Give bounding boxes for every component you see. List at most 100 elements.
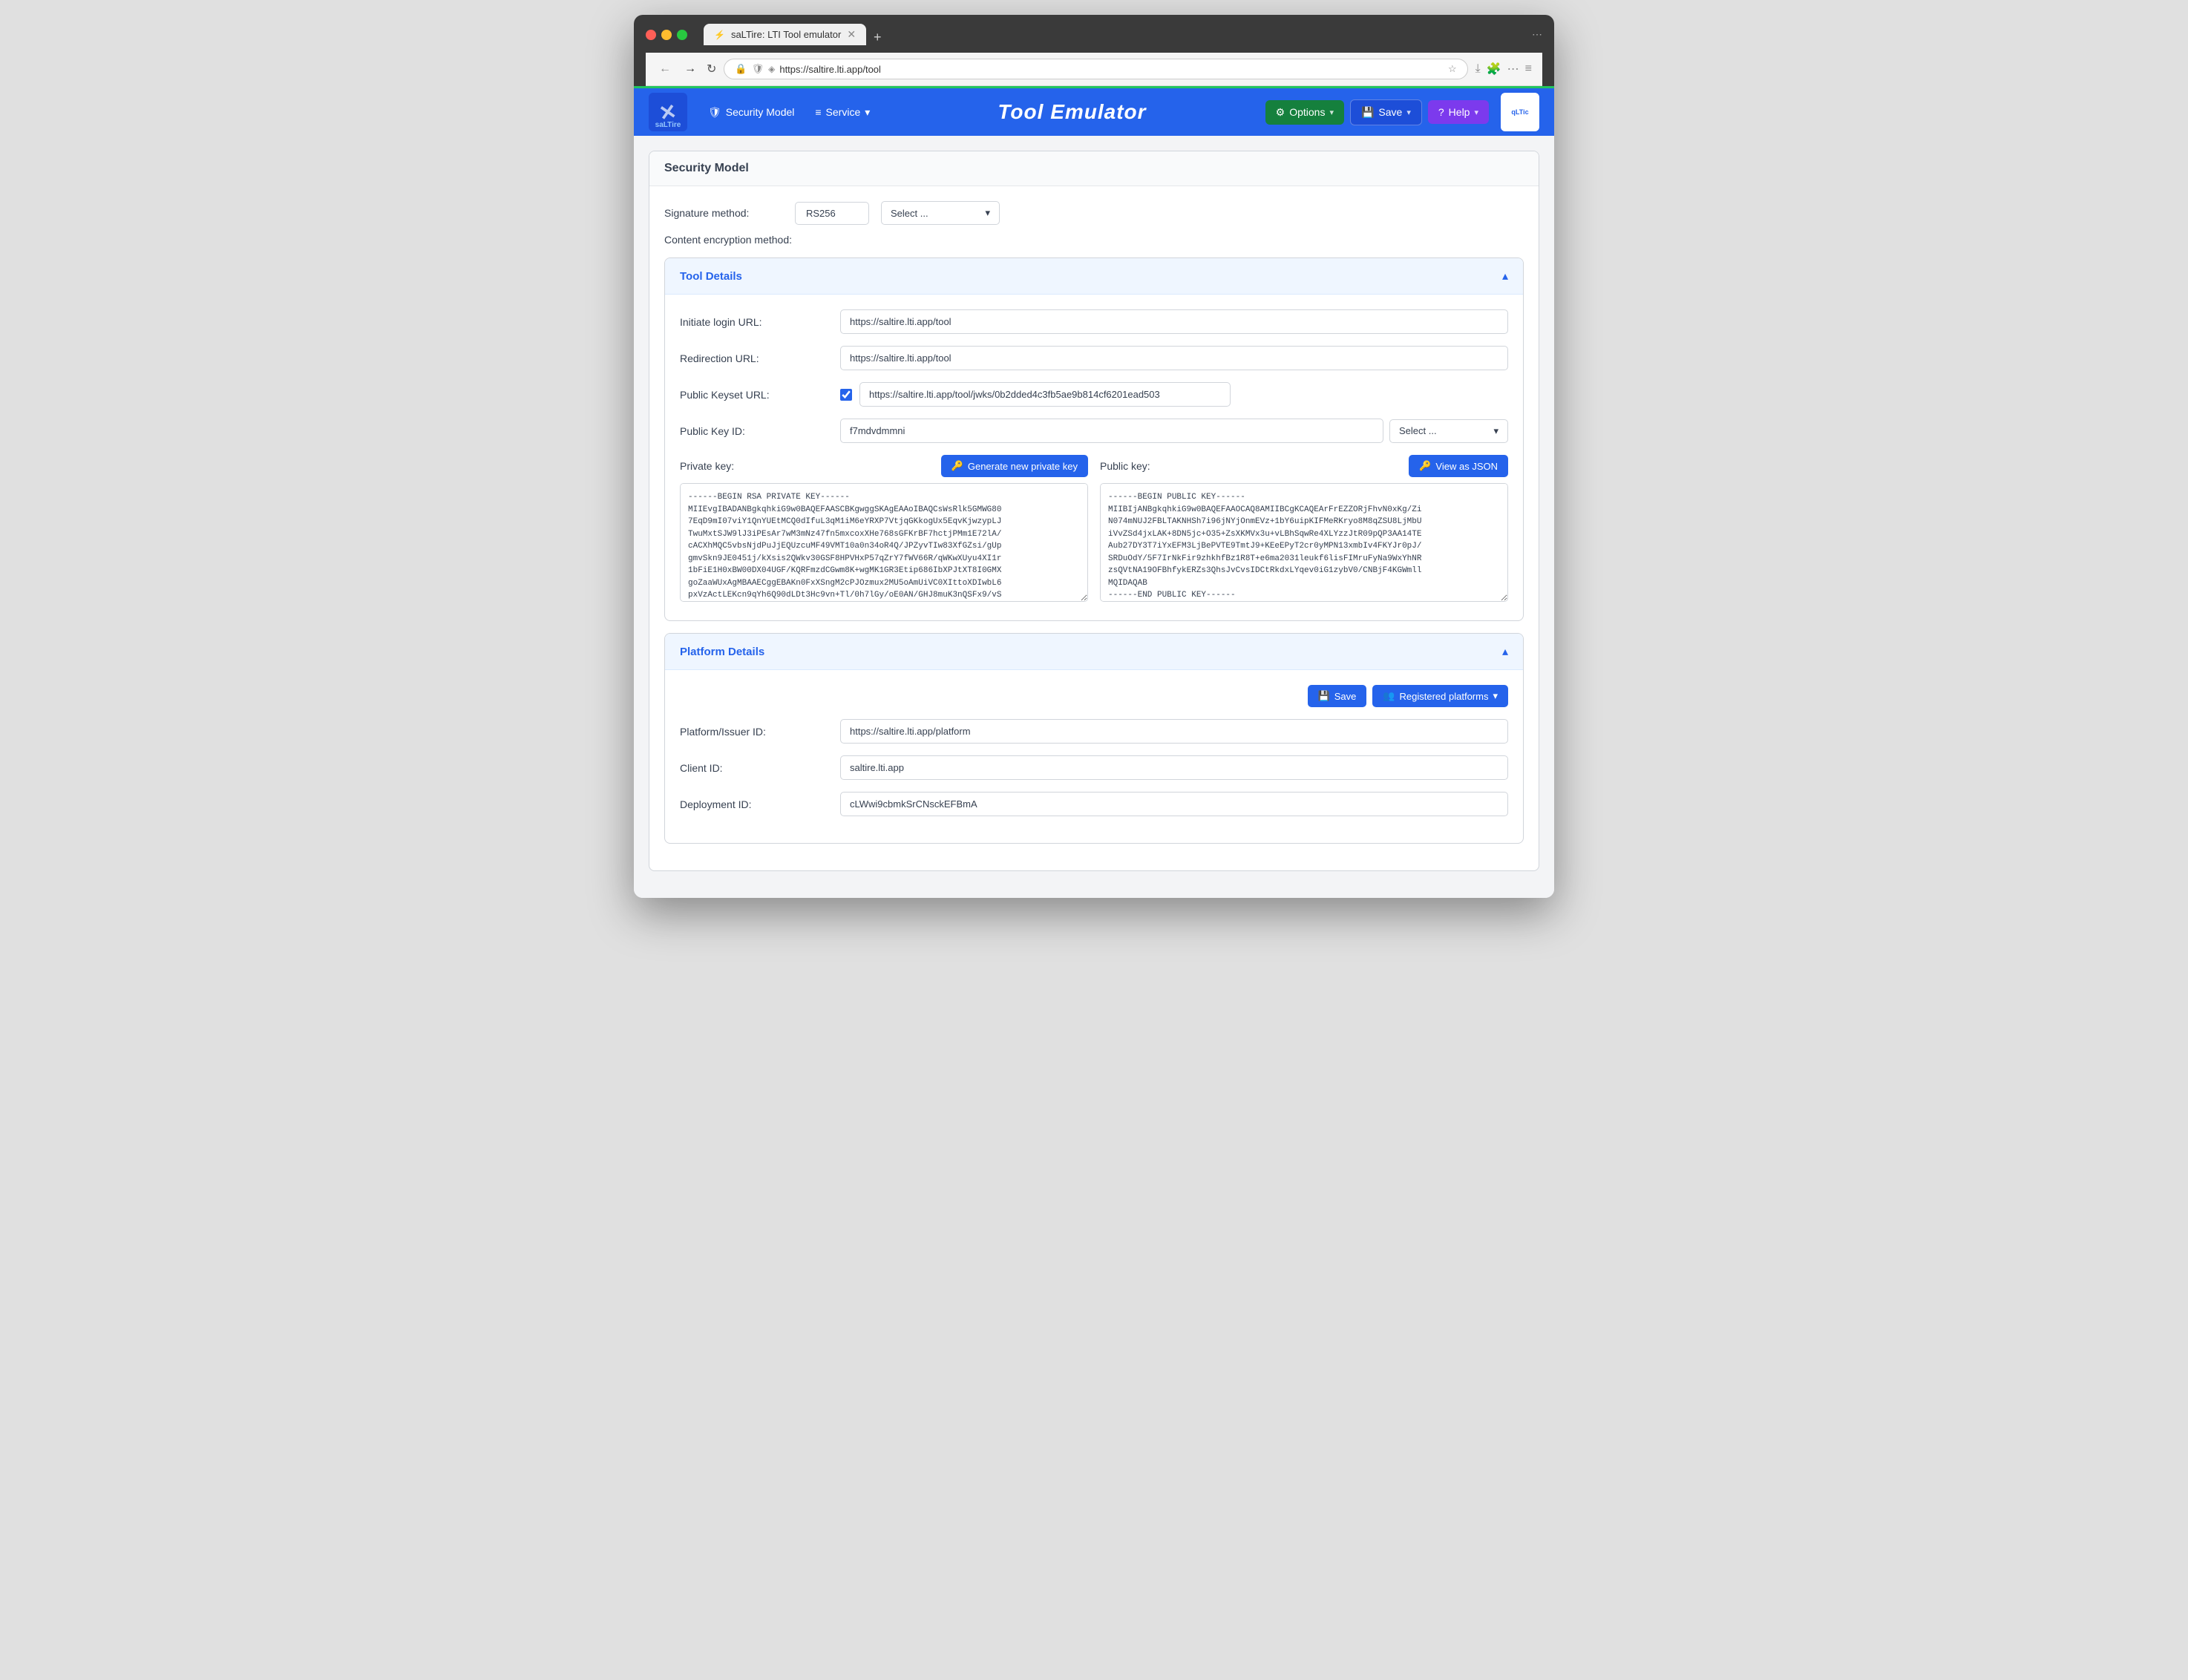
keys-container: Private key: 🔑 Generate new private key … — [680, 455, 1508, 606]
title-bar: ⚡ saLTire: LTI Tool emulator ✕ + ⋯ ← → ↻… — [634, 15, 1554, 86]
service-label: Service — [826, 106, 861, 118]
login-url-label: Initiate login URL: — [680, 316, 828, 328]
client-id-label: Client ID: — [680, 762, 828, 774]
public-keyset-input[interactable] — [859, 382, 1231, 407]
app-title: Tool Emulator — [879, 100, 1265, 124]
platform-details-title: Platform Details — [680, 646, 764, 658]
help-button[interactable]: ? Help ▾ — [1428, 100, 1489, 124]
platform-details-body: 💾 Save 👥 Registered platforms ▾ Plat — [665, 670, 1523, 843]
deployment-id-label: Deployment ID: — [680, 798, 828, 810]
registered-icon: 👥 — [1383, 690, 1395, 702]
private-key-textarea[interactable]: ------BEGIN RSA PRIVATE KEY------ MIIEvg… — [680, 483, 1088, 602]
signature-method-row: Signature method: RS256 Select ... ▾ — [664, 201, 1524, 225]
tab-icon: ⚡ — [714, 30, 725, 40]
generate-key-button[interactable]: 🔑 Generate new private key — [941, 455, 1088, 477]
security-model-card: Security Model Signature method: RS256 S… — [649, 151, 1539, 871]
refresh-button[interactable]: ↻ — [707, 62, 716, 76]
key-id-select[interactable]: Select ... ▾ — [1389, 419, 1508, 443]
platform-details-header[interactable]: Platform Details ▴ — [665, 634, 1523, 670]
shield-nav-icon: 🛡 — [708, 106, 721, 119]
private-key-section: Private key: 🔑 Generate new private key … — [680, 455, 1088, 606]
help-label: Help — [1449, 106, 1470, 118]
platform-collapse-icon: ▴ — [1502, 644, 1508, 659]
header-nav: 🛡 Security Model ≡ Service ▾ — [699, 102, 879, 123]
browser-window: ⚡ saLTire: LTI Tool emulator ✕ + ⋯ ← → ↻… — [634, 15, 1554, 898]
generate-key-label: Generate new private key — [968, 461, 1078, 472]
service-nav[interactable]: ≡ Service ▾ — [806, 102, 879, 123]
view-json-label: View as JSON — [1435, 461, 1498, 472]
save-caret-icon: ▾ — [1406, 108, 1411, 117]
security-model-title: Security Model — [664, 162, 749, 174]
public-keyset-label: Public Keyset URL: — [680, 389, 828, 401]
content-encryption-label: Content encryption method: — [664, 234, 792, 246]
select-placeholder: Select ... — [891, 208, 928, 219]
save-btn-icon: 💾 — [1361, 106, 1374, 119]
shield-icon: 🛡 — [752, 63, 764, 75]
url-bar[interactable]: 🔒 🛡 ◈ https://saltire.lti.app/tool ☆ — [724, 59, 1467, 79]
main-content: Security Model Signature method: RS256 S… — [634, 136, 1554, 898]
extensions-icon[interactable]: 🧩 — [1487, 62, 1501, 76]
bookmark-icon[interactable]: ☆ — [1448, 63, 1457, 75]
back-button[interactable]: ← — [656, 61, 674, 77]
menu-icon[interactable]: ≡ — [1525, 62, 1532, 76]
deployment-id-row: Deployment ID: — [680, 792, 1508, 816]
public-keyset-row: Public Keyset URL: — [680, 382, 1508, 407]
platform-actions: 💾 Save 👥 Registered platforms ▾ — [680, 685, 1508, 707]
window-controls — [646, 30, 687, 40]
tab-close-icon[interactable]: ✕ — [847, 28, 856, 41]
tool-details-title: Tool Details — [680, 270, 742, 283]
new-tab-button[interactable]: + — [866, 30, 889, 45]
help-btn-icon: ? — [1438, 106, 1444, 118]
client-id-input[interactable] — [840, 755, 1508, 780]
private-key-label: Private key: — [680, 460, 734, 472]
forward-button[interactable]: → — [681, 61, 699, 77]
key-id-select-text: Select ... — [1399, 425, 1437, 436]
registered-platforms-button[interactable]: 👥 Registered platforms ▾ — [1372, 685, 1508, 707]
more-tools-icon[interactable]: ⋯ — [1507, 62, 1519, 76]
public-keyset-checkbox[interactable] — [840, 389, 852, 401]
options-caret-icon: ▾ — [1329, 108, 1334, 117]
redirect-url-input[interactable] — [840, 346, 1508, 370]
gear-btn-icon: ⚙ — [1276, 106, 1285, 119]
key-id-input[interactable] — [840, 419, 1383, 443]
login-url-input[interactable] — [840, 309, 1508, 334]
signature-method-value: RS256 — [795, 202, 869, 225]
deployment-id-input[interactable] — [840, 792, 1508, 816]
options-button[interactable]: ⚙ Options ▾ — [1265, 100, 1344, 125]
options-label: Options — [1289, 106, 1325, 118]
logo-text: saLTire — [655, 121, 681, 129]
platform-id-row: Platform/Issuer ID: — [680, 719, 1508, 744]
save-button[interactable]: 💾 Save ▾ — [1350, 99, 1422, 125]
signature-method-select[interactable]: Select ... ▾ — [881, 201, 1000, 225]
tool-details-body: Initiate login URL: Redirection URL: Pub… — [665, 295, 1523, 620]
public-key-label: Public key: — [1100, 460, 1150, 472]
address-bar: ← → ↻ 🔒 🛡 ◈ https://saltire.lti.app/tool… — [646, 53, 1542, 86]
redirect-url-row: Redirection URL: — [680, 346, 1508, 370]
security-model-body: Signature method: RS256 Select ... ▾ Con… — [649, 186, 1539, 870]
browser-toolbar: ⤓ 🧩 ⋯ ≡ — [1475, 62, 1532, 76]
view-json-button[interactable]: 🔑 View as JSON — [1409, 455, 1508, 477]
help-caret-icon: ▾ — [1474, 108, 1478, 117]
url-text: https://saltire.lti.app/tool — [779, 64, 1444, 75]
content-encryption-row: Content encryption method: — [664, 234, 1524, 246]
public-keyset-input-row — [840, 382, 1231, 407]
collapse-icon: ▴ — [1502, 269, 1508, 283]
active-tab[interactable]: ⚡ saLTire: LTI Tool emulator ✕ — [704, 24, 866, 45]
key-view-icon: 🔑 — [1419, 460, 1431, 472]
redirect-url-label: Redirection URL: — [680, 352, 828, 364]
private-key-header: Private key: 🔑 Generate new private key — [680, 455, 1088, 477]
signature-method-label: Signature method: — [664, 207, 783, 219]
security-model-nav[interactable]: 🛡 Security Model — [699, 102, 803, 123]
platform-save-button[interactable]: 💾 Save — [1308, 685, 1367, 707]
maximize-button[interactable] — [677, 30, 687, 40]
platform-id-input[interactable] — [840, 719, 1508, 744]
download-icon[interactable]: ⤓ — [1475, 62, 1481, 76]
close-button[interactable] — [646, 30, 656, 40]
minimize-button[interactable] — [661, 30, 672, 40]
cert-icon: ◈ — [768, 64, 775, 74]
security-model-header: Security Model — [649, 151, 1539, 186]
tool-details-header[interactable]: Tool Details ▴ — [665, 258, 1523, 295]
logo: ✕ saLTire — [649, 93, 687, 131]
login-url-row: Initiate login URL: — [680, 309, 1508, 334]
public-key-textarea[interactable]: ------BEGIN PUBLIC KEY------ MIIBIjANBgk… — [1100, 483, 1508, 602]
